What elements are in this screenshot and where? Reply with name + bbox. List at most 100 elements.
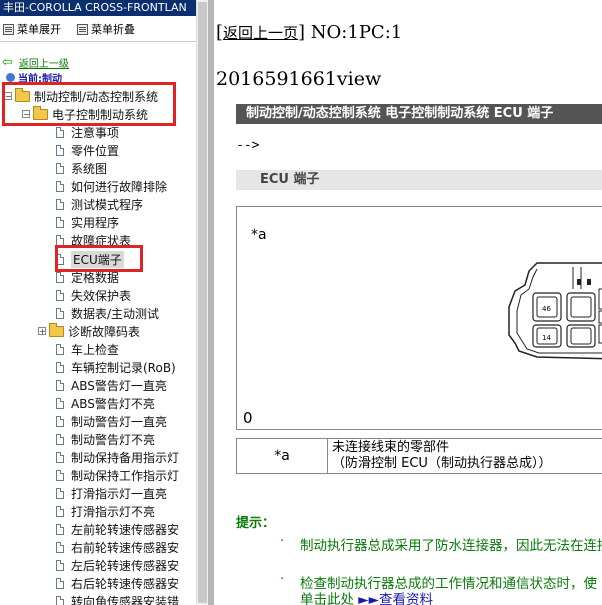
tree-folder-dtc[interactable]: + 诊断故障码表: [38, 322, 140, 340]
tree-item-label: 制动保持备用指示灯: [71, 450, 180, 465]
tree-item-label: 如何进行故障排除: [71, 179, 168, 194]
tree-item[interactable]: 制动保持工作指示灯: [56, 466, 179, 484]
scrollbar-thumb[interactable]: [198, 2, 207, 603]
document-icon: [56, 126, 64, 138]
page-nav: [返回上一页] NO:1PC:1: [216, 22, 403, 43]
tree-item[interactable]: 右后轮转速传感器安: [56, 574, 179, 592]
legend-description: 未连接线束的零部件 （防滑控制 ECU（制动执行器总成））: [327, 438, 602, 474]
tree-item[interactable]: 制动保持备用指示灯: [56, 448, 179, 466]
document-icon: [56, 595, 64, 605]
tree-item[interactable]: 制动警告灯不亮: [56, 430, 155, 448]
expand-menu-label: 菜单展开: [17, 23, 61, 36]
legend-line: 未连接线束的零部件: [332, 440, 450, 455]
hint-title: 提示：: [236, 516, 276, 531]
tree-item-label: 数据表/主动测试: [71, 306, 160, 321]
tree-item-label: 实用程序: [71, 215, 120, 230]
tree-item[interactable]: 系统图: [56, 159, 107, 177]
connector-drawing: 46 45 14 13: [508, 262, 602, 360]
menu-icon: [3, 23, 14, 35]
document-icon: [56, 198, 64, 210]
tree-item-label: 车辆控制记录(RoB): [71, 360, 176, 375]
back-page-link[interactable]: 返回上一页: [223, 24, 298, 42]
document-icon: [56, 415, 64, 427]
view-data-link[interactable]: ►►查看资料: [358, 592, 433, 605]
tree-item[interactable]: 制动警告灯一直亮: [56, 412, 167, 430]
tree-item[interactable]: 测试模式程序: [56, 195, 143, 213]
tree-item-label: 失效保护表: [71, 288, 132, 303]
document-icon: [56, 505, 64, 517]
pin-label: 14: [542, 334, 551, 342]
tree-item-label: 右前轮转速传感器安: [71, 540, 180, 555]
document-icon: [56, 289, 64, 301]
bullet-icon: ·: [280, 534, 285, 549]
tree-item-label: 右后轮转速传感器安: [71, 576, 180, 591]
document-icon: [56, 559, 64, 571]
document-icon: [56, 162, 64, 174]
tree-item[interactable]: 转向角传感器安装错: [56, 592, 179, 605]
tree-item-label: 零件位置: [71, 143, 120, 158]
tree-item-label: 制动警告灯不亮: [71, 432, 156, 447]
window-title: 丰田-COROLLA CROSS-FRONTLAN: [0, 0, 196, 16]
document-icon: [56, 397, 64, 409]
document-icon: [56, 144, 64, 156]
tree-item[interactable]: 零件位置: [56, 141, 119, 159]
tree-item[interactable]: 车辆控制记录(RoB): [56, 358, 176, 376]
tree-item[interactable]: ABS警告灯一直亮: [56, 376, 167, 394]
tree-item[interactable]: 右前轮转速传感器安: [56, 538, 179, 556]
tree-item[interactable]: 左前轮转速传感器安: [56, 520, 179, 538]
back-up-level-link[interactable]: ⇦ 返回上一级: [2, 55, 69, 70]
tree-item-label: 转向角传感器安装错: [71, 594, 180, 605]
tree-item[interactable]: 左后轮转速传感器安: [56, 556, 179, 574]
tree-item-label: 制动保持工作指示灯: [71, 468, 180, 483]
tree-item[interactable]: 数据表/主动测试: [56, 304, 159, 322]
highlight-box-ecu-terminal: [55, 245, 143, 272]
page-number: NO:1PC:1: [310, 22, 403, 43]
document-icon: [56, 577, 64, 589]
document-icon: [56, 343, 64, 355]
tree-item[interactable]: 如何进行故障排除: [56, 177, 167, 195]
document-icon: [56, 379, 64, 391]
menu-icon: [77, 23, 88, 35]
navigation-pane: 丰田-COROLLA CROSS-FRONTLAN 菜单展开 菜单折叠 ⇦ 返回…: [0, 0, 196, 605]
content-pane: [返回上一页] NO:1PC:1 2016591661view 制动控制/动态控…: [214, 0, 602, 605]
legend-table: *a 未连接线束的零部件 （防滑控制 ECU（制动执行器总成））: [236, 438, 602, 474]
back-arrow-icon: ⇦: [2, 55, 13, 70]
connector-figure: *a 0 46 45 14 13: [236, 206, 602, 430]
tree-item-label: 打滑指示灯一直亮: [71, 486, 168, 501]
tree-item[interactable]: 车上检查: [56, 340, 119, 358]
tree-item-label: 左前轮转速传感器安: [71, 522, 180, 537]
tree-item[interactable]: ABS警告灯不亮: [56, 394, 155, 412]
tree-item[interactable]: 失效保护表: [56, 286, 131, 304]
expand-toggle-icon[interactable]: +: [38, 327, 46, 336]
pin-label: 46: [542, 305, 551, 313]
folder-icon: [49, 322, 64, 337]
document-icon: [56, 433, 64, 445]
subsection-title: ECU 端子: [236, 170, 602, 190]
expand-menu-button[interactable]: 菜单展开: [3, 21, 61, 37]
tree-toolbar: 菜单展开 菜单折叠: [0, 17, 196, 39]
tree-scrollbar[interactable]: [196, 0, 208, 605]
tree-item[interactable]: 实用程序: [56, 213, 119, 231]
highlight-box-folder: [2, 82, 176, 126]
tree-item[interactable]: 打滑指示灯一直亮: [56, 484, 167, 502]
section-title: 制动控制/动态控制系统 电子控制制动系统 ECU 端子: [236, 104, 602, 124]
tree-item-label: 注意事项: [71, 125, 120, 140]
tree-item-label: 系统图: [71, 161, 108, 176]
bullet-icon: ·: [280, 572, 285, 587]
document-icon: [56, 216, 64, 228]
tree-item-label: 制动警告灯一直亮: [71, 414, 168, 429]
hint-tail: 单击此处 ►►查看资料: [300, 588, 433, 605]
tree-item-label: 诊断故障码表: [68, 324, 141, 339]
view-id: 2016591661view: [216, 68, 382, 90]
document-icon: [56, 307, 64, 319]
tree-item-label: 打滑指示灯不亮: [71, 504, 156, 519]
click-here-text: 单击此处: [300, 592, 354, 605]
document-icon: [56, 180, 64, 192]
tree-item-label: 左后轮转速传感器安: [71, 558, 180, 573]
document-icon: [56, 234, 64, 246]
tree-item-label: ABS警告灯不亮: [71, 396, 155, 411]
toolbar-divider: [0, 41, 196, 42]
collapse-menu-button[interactable]: 菜单折叠: [77, 21, 135, 37]
tree-item-label: ABS警告灯一直亮: [71, 378, 167, 393]
tree-item[interactable]: 打滑指示灯不亮: [56, 502, 155, 520]
